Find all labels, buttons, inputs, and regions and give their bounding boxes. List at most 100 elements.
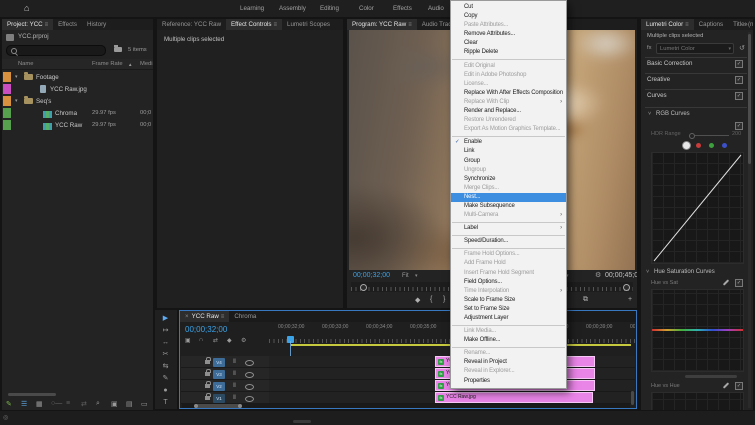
menu-item-copy[interactable]: Copy (451, 12, 566, 21)
column-frame-rate[interactable]: Frame Rate (92, 61, 123, 67)
menu-item-scale-to-frame-size[interactable]: Scale to Frame Size (451, 296, 566, 305)
horizontal-scrollbar[interactable] (8, 393, 56, 396)
panel-menu-icon[interactable]: ≡ (274, 22, 278, 28)
home-icon[interactable]: ⌂ (24, 3, 29, 13)
rgb-curves-collapse-icon[interactable]: ˅ (648, 111, 651, 117)
section-basic-correction[interactable]: Basic Correction (647, 60, 692, 67)
project-row-ycc-raw-jpg[interactable]: YCC Raw.jpg (2, 83, 153, 95)
clear-icon[interactable]: ▭ (141, 400, 148, 408)
project-item-name[interactable]: Footage (36, 74, 59, 81)
panel-menu-icon[interactable]: ≡ (408, 22, 412, 28)
snap-icon[interactable]: ∩ (199, 337, 203, 343)
tab-lumetri-1[interactable]: Captions (694, 19, 728, 30)
tab-lumetri-0[interactable]: Lumetri Color ≡ (641, 19, 694, 30)
workspace-tab-audio[interactable]: Audio (428, 5, 444, 12)
menu-item-make-subsequence[interactable]: Make Subsequence (451, 202, 566, 211)
section-curves[interactable]: Curves (647, 92, 667, 99)
menu-item-enable[interactable]: ✓ Enable (451, 138, 566, 147)
lumetri-inner-scrollbar[interactable] (685, 375, 737, 378)
program-zoom-handle[interactable] (623, 284, 630, 291)
program-playhead[interactable] (360, 284, 367, 291)
bin-icon[interactable] (114, 45, 122, 52)
mark-in-icon[interactable]: { (430, 296, 432, 303)
automate-to-sequence-icon[interactable]: ⇄ (81, 400, 87, 408)
track-lock-icon[interactable] (205, 381, 211, 388)
tab-effect-controls-2[interactable]: Lumetri Scopes (282, 19, 335, 30)
effect-name-dropdown[interactable]: Lumetri Color ▾ (656, 43, 734, 54)
pen-tool[interactable]: ✎ (158, 374, 173, 384)
hue-vs-sat-curve-editor[interactable] (651, 289, 744, 372)
column-name[interactable]: Name (18, 61, 33, 67)
timeline-h-scrollbar[interactable] (182, 404, 630, 408)
menu-item-group[interactable]: Group (451, 157, 566, 166)
tab-project-2[interactable]: History (82, 19, 111, 30)
workspace-tab-color[interactable]: Color (359, 5, 374, 12)
track-select-tool[interactable]: ↦ (158, 326, 173, 336)
timeline-v-scrollbar[interactable] (631, 391, 634, 405)
reset-effect-icon[interactable]: ↺ (739, 44, 745, 52)
expand-caret-icon[interactable]: ▾ (15, 98, 18, 104)
clip-v1[interactable]: fx YCC Raw.jpg (435, 392, 593, 403)
tab-project-0[interactable]: Project: YCC ≡ (2, 19, 54, 30)
column-media[interactable]: Media (140, 61, 153, 67)
razor-tool[interactable]: ✂ (158, 350, 173, 360)
project-item-name[interactable]: YCC Raw (55, 122, 82, 129)
tab-effect-controls-0[interactable]: Reference: YCC Raw (157, 19, 226, 30)
tab-effect-controls-1[interactable]: Effect Controls ≡ (226, 19, 283, 30)
icon-view-icon[interactable]: ▦ (36, 400, 43, 408)
menu-item-cut[interactable]: Cut (451, 3, 566, 12)
project-file-name[interactable]: YCC.prproj (18, 33, 49, 40)
workspace-tab-editing[interactable]: Editing (320, 5, 339, 12)
button-editor-icon[interactable]: + (628, 296, 632, 303)
zoom-slider-icon[interactable]: ○— (51, 400, 62, 407)
selection-tool[interactable]: ▶ (158, 314, 173, 324)
menu-item-properties[interactable]: Properties (451, 377, 566, 386)
ripple-edit-tool[interactable]: ↔ (158, 338, 173, 348)
track-output-eye-icon[interactable] (245, 396, 254, 402)
workspace-tab-assembly[interactable]: Assembly (279, 5, 306, 12)
sequence-tab-1[interactable]: Chroma (229, 311, 261, 322)
track-output-eye-icon[interactable] (245, 384, 254, 390)
timeline-settings-icon[interactable]: ⚙ (241, 337, 246, 344)
new-bin-icon[interactable]: ▣ (111, 400, 118, 408)
hdr-range-slider[interactable] (689, 133, 695, 139)
menu-item-speed-duration[interactable]: Speed/Duration... (451, 237, 566, 246)
label-color-swatch[interactable] (3, 96, 11, 106)
sync-lock-icon[interactable]: Ⅱ (233, 394, 236, 401)
new-item-icon[interactable]: ▤ (126, 400, 133, 408)
track-target-v4[interactable]: V4 (213, 357, 225, 367)
hue-sat-collapse-icon[interactable]: ˅ (646, 269, 649, 275)
panel-resize-grip[interactable] (293, 420, 311, 423)
menu-item-render-and-replace[interactable]: Render and Replace... (451, 107, 566, 116)
white-channel-dot[interactable] (683, 142, 690, 149)
menu-item-reveal-in-project[interactable]: Reveal in Project (451, 358, 566, 367)
panel-overflow-icon[interactable]: » (744, 21, 748, 28)
linked-selection-icon[interactable]: ⇄ (213, 337, 218, 344)
menu-item-clear[interactable]: Clear (451, 39, 566, 48)
rgb-curves-label[interactable]: RGB Curves (656, 111, 690, 117)
track-lock-icon[interactable] (205, 357, 211, 364)
sync-lock-icon[interactable]: Ⅱ (233, 370, 236, 377)
rgb-curve-editor[interactable] (651, 152, 744, 264)
hue-vs-sat-eyedropper-icon[interactable] (722, 279, 730, 286)
list-view-icon[interactable]: ☰ (21, 400, 27, 408)
lumetri-scrollbar[interactable] (748, 32, 751, 408)
panel-menu-icon[interactable]: ≡ (685, 22, 689, 28)
menu-item-link[interactable]: Link (451, 147, 566, 156)
hand-tool[interactable]: ● (158, 386, 173, 396)
workspace-tab-learning[interactable]: Learning (240, 5, 264, 12)
track-lock-icon[interactable] (205, 393, 211, 400)
sequence-nest-toggle-icon[interactable]: ▣ (185, 337, 191, 344)
add-marker-icon[interactable]: ◆ (227, 337, 232, 344)
label-color-swatch[interactable] (3, 84, 11, 94)
expand-caret-icon[interactable]: ▾ (15, 74, 18, 80)
workspace-tab-effects[interactable]: Effects (393, 5, 412, 12)
track-target-v1[interactable]: V1 (213, 393, 225, 403)
sync-lock-icon[interactable]: Ⅱ (233, 358, 236, 365)
writable-indicator-icon[interactable]: ✎ (6, 400, 12, 408)
section-checkbox[interactable]: ✓ (735, 92, 743, 100)
label-color-swatch[interactable] (3, 72, 11, 82)
tab-project-1[interactable]: Effects (53, 19, 82, 30)
panel-menu-icon[interactable]: ≡ (221, 314, 225, 320)
menu-item-make-offline[interactable]: Make Offline... (451, 336, 566, 345)
